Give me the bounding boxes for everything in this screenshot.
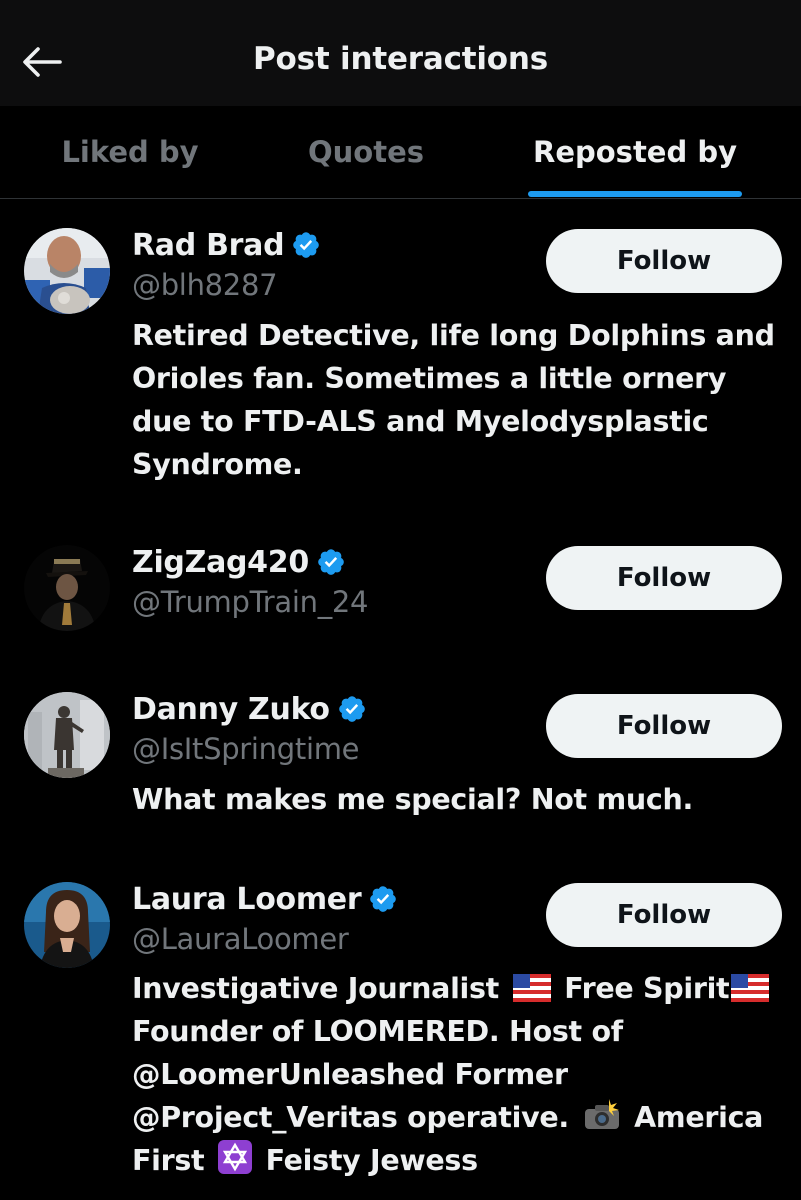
bio-line: What makes me special? Not much.	[132, 783, 693, 816]
user-bio: What makes me special? Not much.	[132, 778, 782, 821]
avatar[interactable]	[24, 882, 110, 968]
bio-line: Investigative Journalist Free Spirit	[132, 967, 782, 1010]
top-app-bar: Post interactions	[0, 0, 801, 106]
verified-badge-icon	[318, 549, 344, 575]
user-handle[interactable]: @TrumpTrain_24	[132, 585, 369, 619]
user-cell[interactable]: Danny Zuko @IsItSpringtime Follow What m…	[0, 692, 801, 832]
display-name[interactable]: Rad Brad	[132, 228, 285, 263]
user-cell[interactable]: Rad Brad @blh8287 Follow Retired Detecti…	[0, 228, 801, 488]
bio-text: First	[132, 1144, 205, 1177]
display-name[interactable]: ZigZag420	[132, 545, 309, 580]
verified-badge-icon	[293, 232, 320, 258]
name-row: Danny Zuko	[132, 692, 367, 727]
user-bio: Investigative Journalist Free Spirit Fou…	[132, 967, 782, 1182]
camera-flash-icon	[584, 1099, 619, 1129]
bio-line: @LoomerUnleashed Former	[132, 1058, 568, 1091]
user-handle[interactable]: @LauraLoomer	[132, 922, 349, 956]
verified-badge-icon	[370, 886, 397, 912]
bio-line: Orioles fan. Sometimes a little ornery	[132, 362, 727, 395]
avatar[interactable]	[24, 545, 110, 631]
bio-text: America	[634, 1101, 764, 1134]
page-title: Post interactions	[252, 41, 549, 77]
bio-line: Founder of LOOMERED. Host of	[132, 1015, 623, 1048]
bio-line: due to FTD-ALS and Myelodysplastic	[132, 405, 709, 438]
bio-line: Retired Detective, life long Dolphins an…	[132, 319, 775, 352]
bio-text: Investigative Journalist	[132, 972, 499, 1005]
user-cell[interactable]: ZigZag420 @TrumpTrain_24 Follow	[0, 545, 801, 645]
tab-quotes[interactable]: Quotes	[266, 106, 466, 198]
bio-line: @Project_Veritas operative. America	[132, 1096, 782, 1139]
display-name[interactable]: Laura Loomer	[132, 882, 362, 917]
display-name[interactable]: Danny Zuko	[132, 692, 330, 727]
star-of-david-icon	[218, 1140, 253, 1174]
user-bio: Retired Detective, life long Dolphins an…	[132, 314, 782, 486]
tab-liked-by[interactable]: Liked by	[30, 106, 230, 198]
us-flag-icon	[731, 974, 770, 1002]
us-flag-icon	[512, 974, 551, 1002]
user-handle[interactable]: @blh8287	[132, 268, 278, 302]
bio-text: Free Spirit	[564, 972, 730, 1005]
user-cell[interactable]: Laura Loomer @LauraLoomer Follow Investi…	[0, 882, 801, 1182]
tab-reposted-by[interactable]: Reposted by	[520, 106, 750, 198]
name-row: Rad Brad	[132, 228, 321, 263]
avatar[interactable]	[24, 692, 110, 778]
follow-button[interactable]: Follow	[546, 883, 782, 947]
verified-badge-icon	[338, 696, 365, 722]
name-row: ZigZag420	[132, 545, 346, 580]
name-row: Laura Loomer	[132, 882, 398, 917]
bio-line: First Feisty Jewess	[132, 1139, 782, 1182]
avatar[interactable]	[24, 228, 110, 314]
bio-line: Syndrome.	[132, 448, 303, 481]
bio-text: Feisty Jewess	[265, 1144, 478, 1177]
follow-button[interactable]: Follow	[546, 229, 782, 293]
follow-button[interactable]: Follow	[546, 546, 782, 610]
bio-text: @Project_Veritas operative.	[132, 1101, 569, 1134]
tab-bar: Liked by Quotes Reposted by	[0, 106, 801, 199]
active-tab-indicator	[528, 191, 742, 197]
follow-button[interactable]: Follow	[546, 694, 782, 758]
user-handle[interactable]: @IsItSpringtime	[132, 732, 360, 766]
